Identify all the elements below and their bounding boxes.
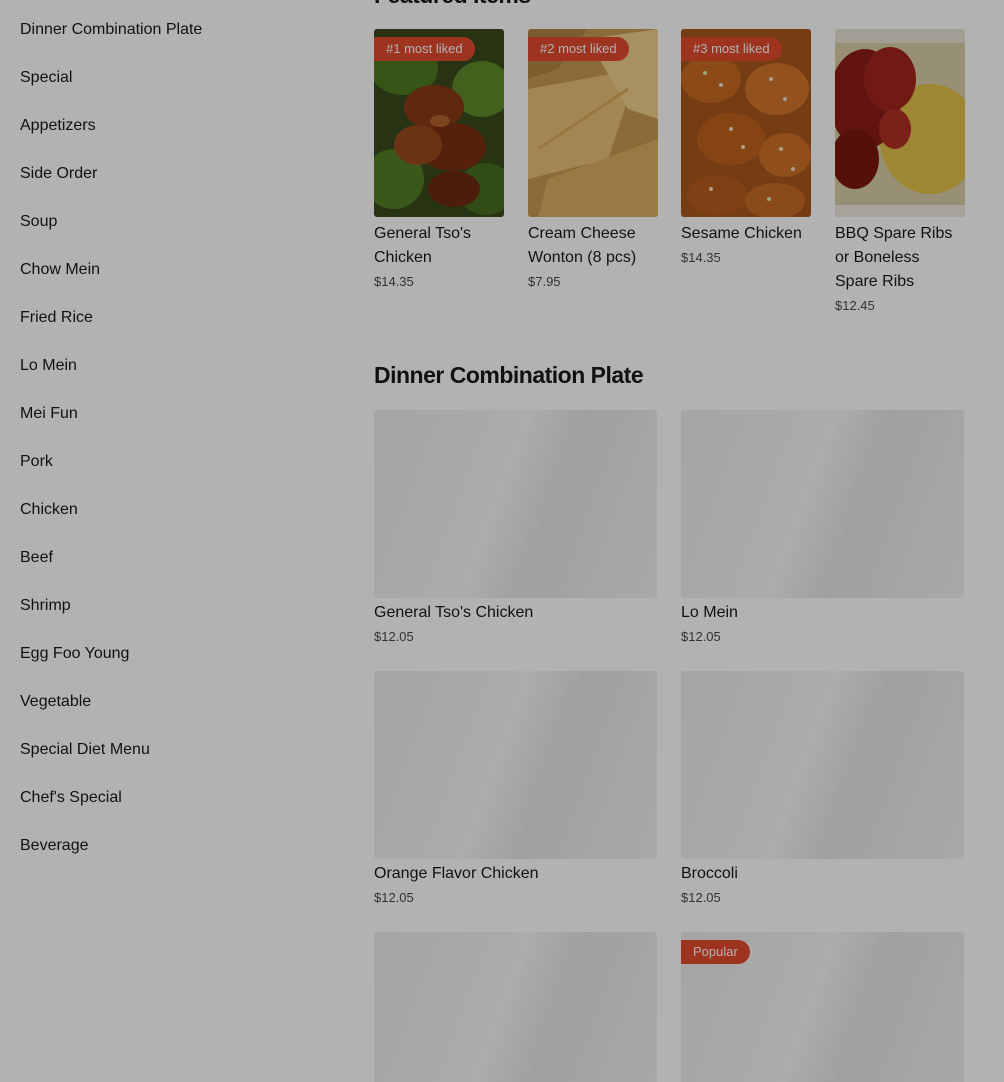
modal-backdrop[interactable] — [0, 0, 1004, 1082]
